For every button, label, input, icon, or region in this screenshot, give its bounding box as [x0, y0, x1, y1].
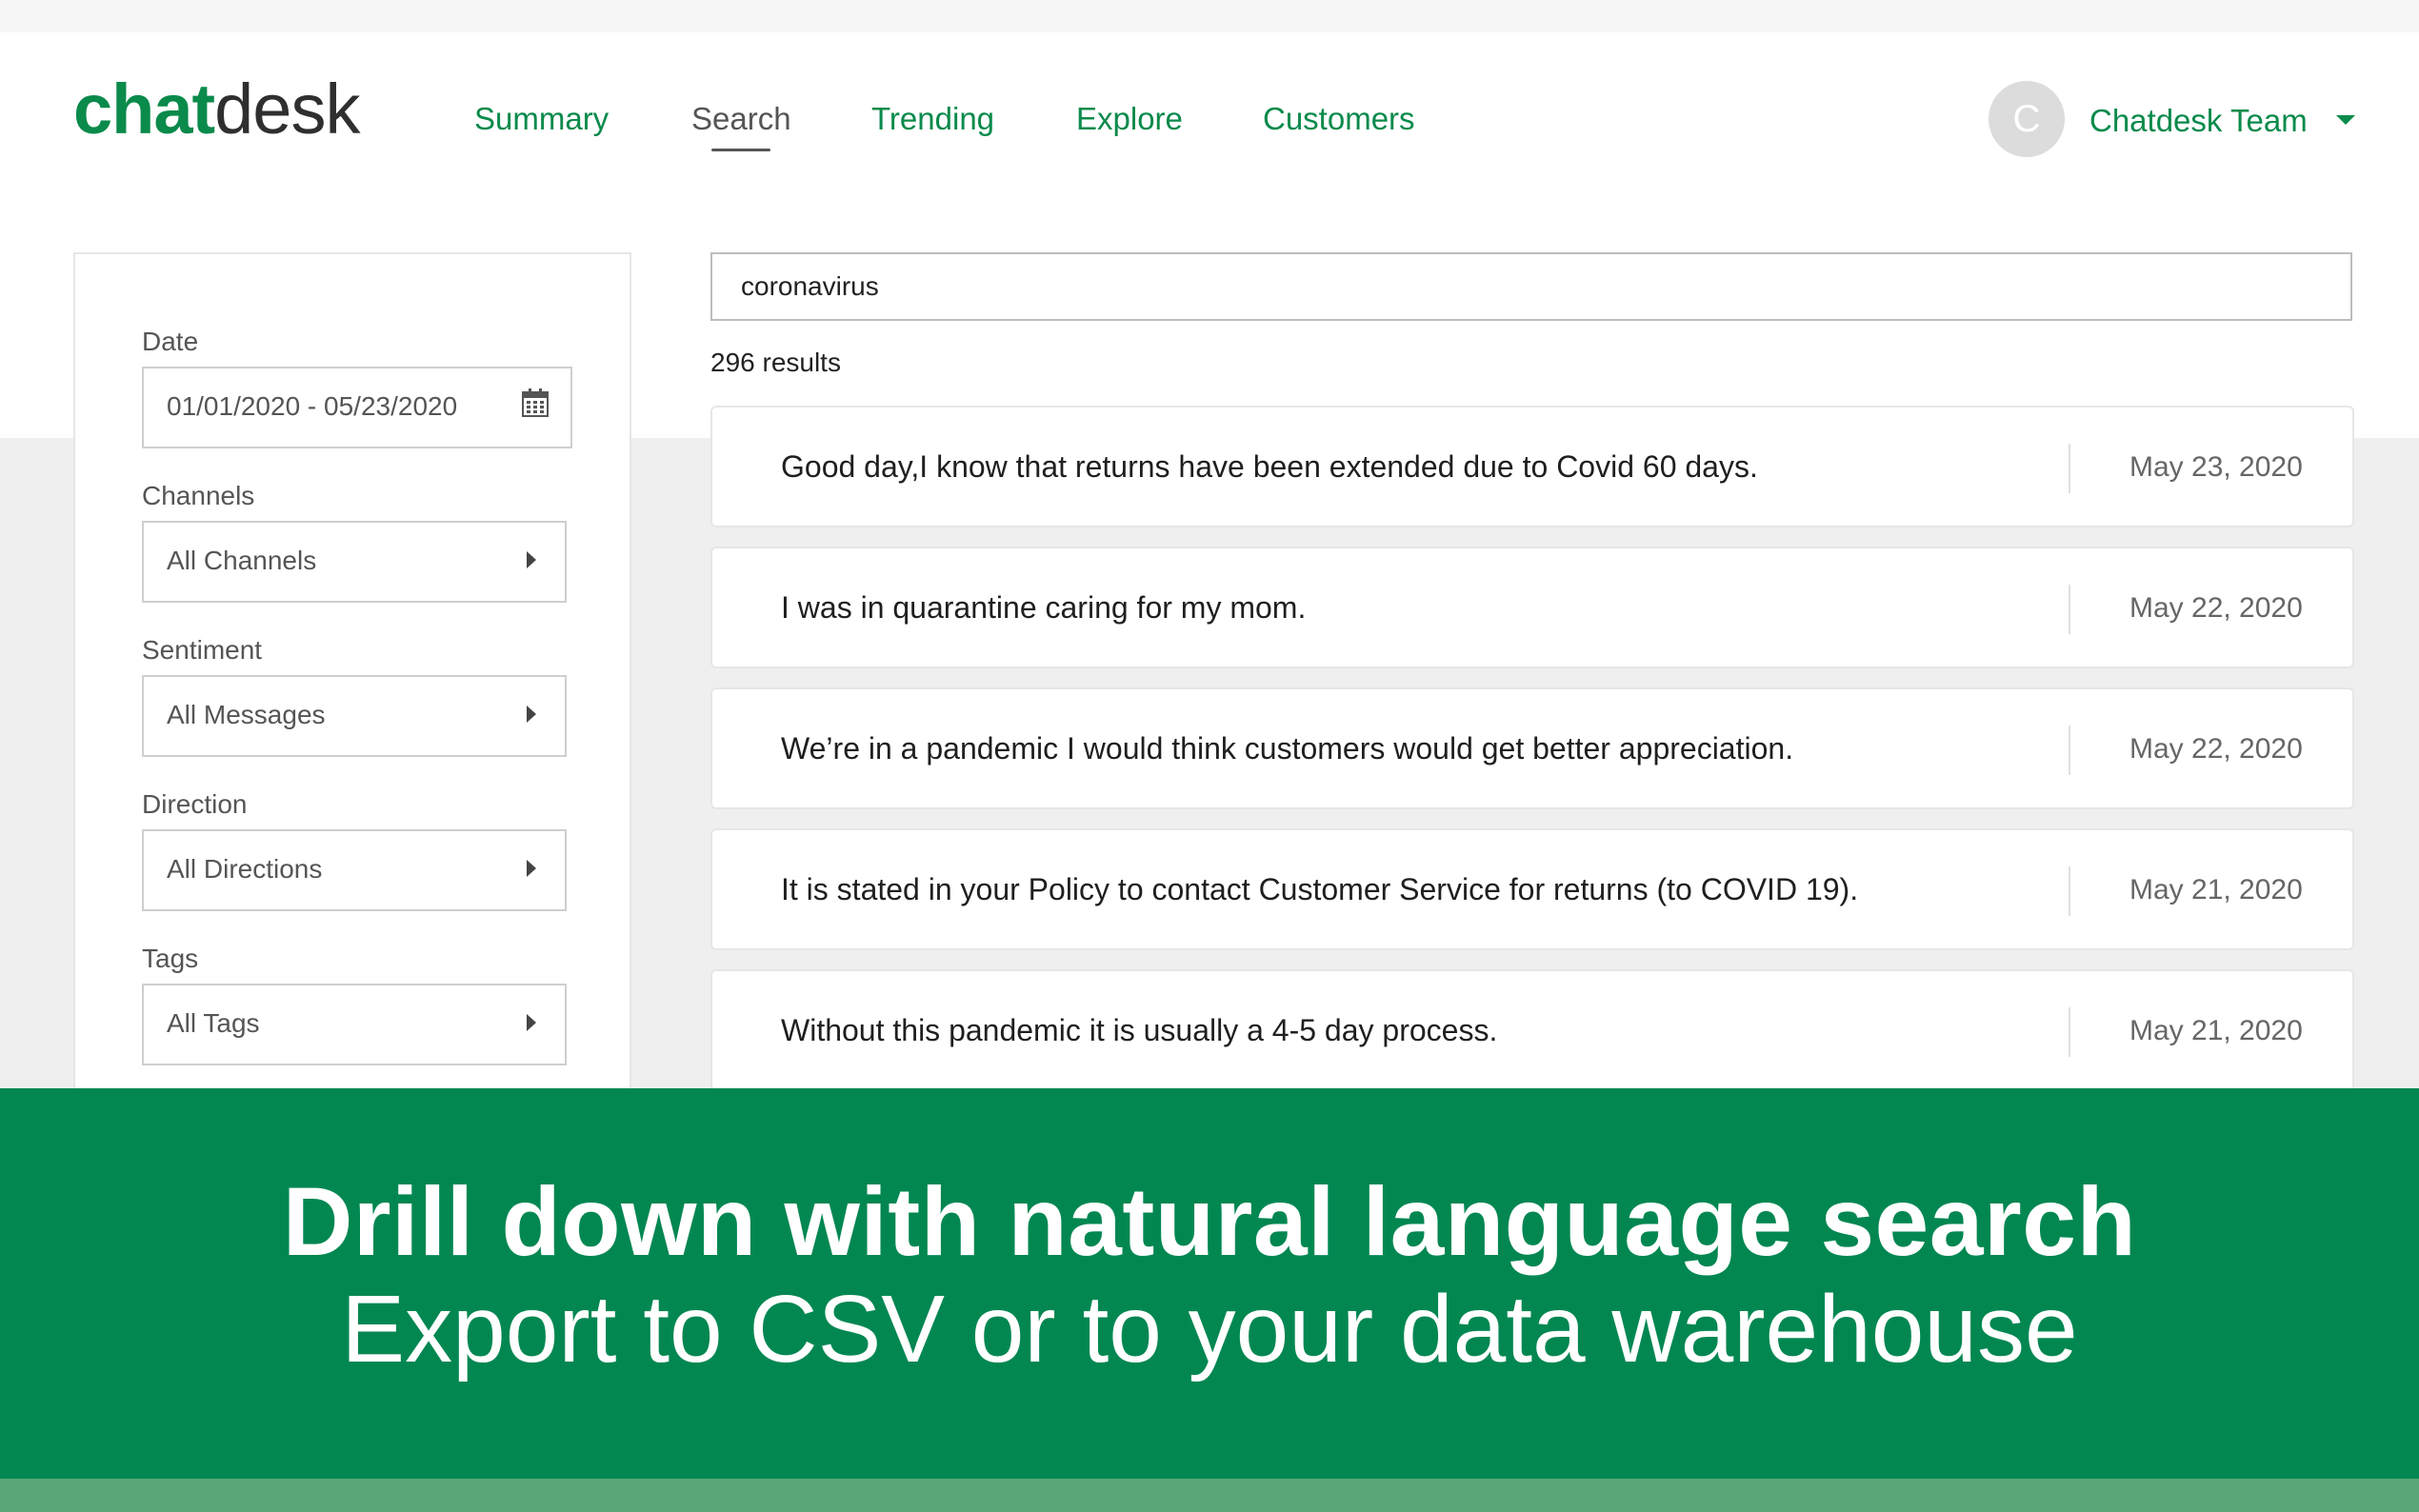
divider: [2069, 585, 2070, 634]
chatdesk-logo[interactable]: chatdesk: [73, 74, 360, 145]
divider: [2069, 866, 2070, 916]
filter-panel: Date 01/01/2020 - 05/23/2020 Channels Al…: [73, 252, 631, 1166]
result-message: I was in quarantine caring for my mom.: [781, 590, 1307, 625]
date-range-picker[interactable]: 01/01/2020 - 05/23/2020: [142, 367, 572, 448]
caret-down-icon[interactable]: [2336, 115, 2355, 125]
result-row[interactable]: I was in quarantine caring for my mom. M…: [710, 547, 2354, 668]
sentiment-value: All Messages: [167, 700, 326, 729]
calendar-icon[interactable]: [521, 388, 550, 418]
nav-trending[interactable]: Trending: [871, 101, 994, 137]
nav-search[interactable]: Search: [691, 101, 791, 151]
nav-summary[interactable]: Summary: [474, 101, 609, 137]
result-row[interactable]: We’re in a pandemic I would think custom…: [710, 687, 2354, 809]
tags-select[interactable]: All Tags: [142, 984, 567, 1065]
logo-text-chat: chat: [73, 70, 215, 149]
tags-value: All Tags: [167, 1008, 260, 1038]
channels-value: All Channels: [167, 546, 317, 575]
caret-right-icon: [527, 860, 536, 877]
result-date: May 21, 2020: [2129, 874, 2303, 905]
direction-select[interactable]: All Directions: [142, 829, 567, 911]
result-date: May 21, 2020: [2129, 1015, 2303, 1046]
result-date: May 22, 2020: [2129, 592, 2303, 624]
nav-explore[interactable]: Explore: [1076, 101, 1183, 137]
channels-filter-label: Channels: [142, 481, 255, 510]
top-strip: [0, 0, 2419, 32]
banner-title: Drill down with natural language search: [282, 1167, 2137, 1276]
tags-filter-label: Tags: [142, 944, 199, 973]
result-message: It is stated in your Policy to contact C…: [781, 872, 1859, 906]
banner-subtitle: Export to CSV or to your data warehouse: [341, 1276, 2078, 1383]
sentiment-filter-label: Sentiment: [142, 635, 263, 665]
channels-select[interactable]: All Channels: [142, 521, 567, 603]
nav-customers[interactable]: Customers: [1263, 101, 1415, 137]
user-avatar[interactable]: C: [1989, 81, 2065, 157]
active-tab-indicator: [711, 149, 771, 151]
search-input[interactable]: [710, 252, 2352, 321]
divider: [2069, 726, 2070, 775]
sentiment-select[interactable]: All Messages: [142, 675, 567, 757]
result-message: Good day,I know that returns have been e…: [781, 449, 1758, 484]
user-menu-name[interactable]: Chatdesk Team: [2089, 103, 2308, 139]
result-date: May 22, 2020: [2129, 733, 2303, 765]
bottom-strip: [0, 1479, 2419, 1512]
direction-filter-label: Direction: [142, 789, 248, 819]
result-row[interactable]: Good day,I know that returns have been e…: [710, 406, 2354, 527]
result-message: We’re in a pandemic I would think custom…: [781, 731, 1794, 766]
result-row[interactable]: Without this pandemic it is usually a 4-…: [710, 969, 2354, 1091]
result-row[interactable]: It is stated in your Policy to contact C…: [710, 828, 2354, 950]
logo-text-desk: desk: [214, 70, 360, 149]
nav-search-label: Search: [691, 101, 791, 136]
caret-right-icon: [527, 1014, 536, 1031]
caret-right-icon: [527, 706, 536, 723]
result-date: May 23, 2020: [2129, 451, 2303, 483]
divider: [2069, 444, 2070, 493]
date-filter-label: Date: [142, 327, 199, 356]
promo-banner: Drill down with natural language search …: [0, 1088, 2419, 1479]
caret-right-icon: [527, 551, 536, 568]
date-range-value: 01/01/2020 - 05/23/2020: [167, 391, 458, 421]
direction-value: All Directions: [167, 854, 323, 884]
result-message: Without this pandemic it is usually a 4-…: [781, 1013, 1498, 1047]
divider: [2069, 1007, 2070, 1057]
results-count: 296 results: [710, 348, 841, 377]
